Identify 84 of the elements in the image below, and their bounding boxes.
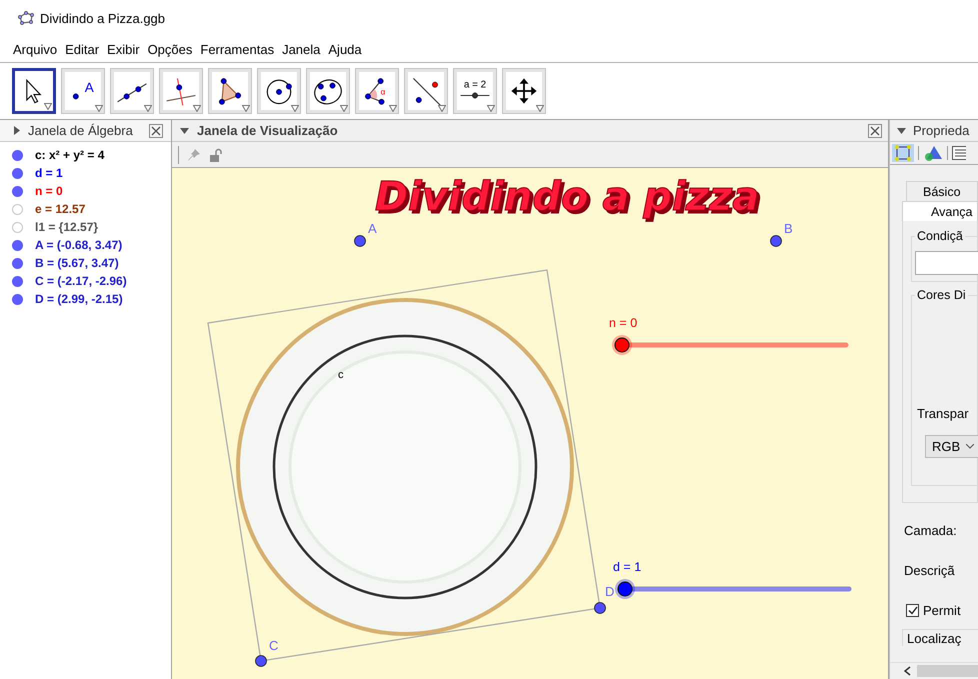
dropdown-triangle-icon[interactable] (95, 105, 103, 112)
algebra-entry[interactable]: d = 1 (35, 166, 63, 180)
point-label: A (368, 221, 377, 236)
circle-curve[interactable] (272, 334, 538, 600)
tool-button[interactable] (12, 68, 56, 114)
algebra-entry[interactable]: B = (5.67, 3.47) (35, 256, 119, 270)
panel-title: Janela de Visualização (197, 123, 339, 138)
dropdown-triangle-icon[interactable] (487, 105, 495, 112)
visibility-toggle[interactable] (12, 240, 23, 250)
point-label: D (605, 584, 614, 599)
group-label: Localizaç (902, 629, 978, 646)
dropdown-triangle-icon[interactable] (536, 105, 544, 112)
tab[interactable]: Avança (902, 201, 978, 221)
slider-track[interactable] (615, 579, 852, 599)
menu-item[interactable]: Exibir (102, 42, 143, 56)
collapse-triangle-icon[interactable] (897, 128, 906, 134)
point-label: B (784, 221, 793, 236)
algebra-entry[interactable]: n = 0 (35, 184, 63, 198)
window-layout-icon[interactable] (952, 145, 966, 161)
dropdown-triangle-icon[interactable] (44, 103, 52, 110)
menu-item[interactable]: Ferramentas (195, 42, 278, 56)
expand-triangle-icon[interactable] (14, 126, 20, 135)
group-label: Cores Di (916, 288, 967, 302)
checkbox[interactable] (906, 604, 919, 617)
panel-title: Janela de Álgebra (28, 123, 134, 138)
tab[interactable]: Básico (906, 181, 978, 201)
point[interactable] (354, 235, 366, 247)
field-label: Descriçã (903, 563, 956, 578)
selection-square-icon[interactable] (892, 144, 914, 162)
menu-item[interactable]: Opções (142, 42, 196, 56)
point[interactable] (770, 235, 782, 247)
visibility-toggle[interactable] (12, 294, 23, 304)
curve-label: c (338, 369, 344, 381)
color-model-dropdown[interactable]: RGB (925, 435, 978, 458)
dropdown-triangle-icon[interactable] (144, 105, 152, 112)
visibility-toggle[interactable] (12, 276, 23, 286)
point[interactable] (255, 655, 267, 667)
horizontal-scrollbar[interactable] (890, 662, 978, 679)
input-field[interactable] (915, 251, 978, 275)
dropdown-triangle-icon[interactable] (193, 105, 201, 112)
visibility-toggle[interactable] (12, 186, 23, 196)
slider-label: d = 1 (613, 560, 642, 574)
caret-icon (966, 444, 974, 449)
slider-thumb[interactable] (615, 579, 635, 599)
visibility-toggle[interactable] (12, 150, 23, 160)
menu-item[interactable]: Janela (277, 42, 324, 56)
field-label: Condiçã (916, 229, 964, 243)
dropdown-triangle-icon[interactable] (438, 105, 446, 112)
field-label: Camada: (903, 523, 958, 538)
field-label: Transpar (916, 406, 970, 421)
point-label: C (269, 638, 278, 653)
app-logo-icon (18, 11, 34, 25)
window-title: Dividindo a Pizza.ggb (40, 10, 166, 26)
close-icon[interactable] (149, 124, 163, 138)
slider-track[interactable] (612, 335, 848, 355)
pizza-heading: Dividindo a pizza (374, 174, 760, 220)
menu-item[interactable]: Editar (60, 42, 102, 56)
slider-thumb[interactable] (612, 335, 632, 355)
dropdown-triangle-icon[interactable] (389, 105, 397, 112)
close-icon[interactable] (868, 124, 882, 138)
scroll-left-icon[interactable] (904, 666, 911, 676)
algebra-entry[interactable]: c: x² + y² = 4 (35, 148, 104, 162)
visibility-toggle[interactable] (12, 258, 23, 268)
algebra-entry[interactable]: l1 = {12.57} (35, 220, 98, 234)
slider-label: n = 0 (609, 316, 638, 330)
algebra-entry[interactable]: C = (-2.17, -2.96) (35, 274, 127, 288)
scrollbar-thumb[interactable] (917, 665, 978, 677)
algebra-entry[interactable]: D = (2.99, -2.15) (35, 292, 123, 306)
shapes-icon[interactable] (923, 144, 943, 162)
collapse-triangle-icon[interactable] (180, 128, 189, 134)
algebra-entry[interactable]: e = 12.57 (35, 202, 86, 216)
menu-item[interactable]: Ajuda (323, 42, 365, 56)
dropdown-triangle-icon[interactable] (242, 105, 250, 112)
unlocked-padlock-icon[interactable] (209, 148, 223, 162)
menu-item[interactable]: Arquivo (8, 42, 60, 56)
visibility-toggle[interactable] (12, 204, 23, 214)
dropdown-triangle-icon[interactable] (340, 105, 348, 112)
panel-title: Proprieda (913, 123, 970, 138)
visibility-toggle[interactable] (12, 222, 23, 232)
algebra-entry[interactable]: A = (-0.68, 3.47) (35, 238, 122, 252)
checkbox-label: Permit (923, 603, 961, 618)
point[interactable] (594, 602, 606, 614)
visibility-toggle[interactable] (12, 168, 23, 178)
dropdown-triangle-icon[interactable] (291, 105, 299, 112)
